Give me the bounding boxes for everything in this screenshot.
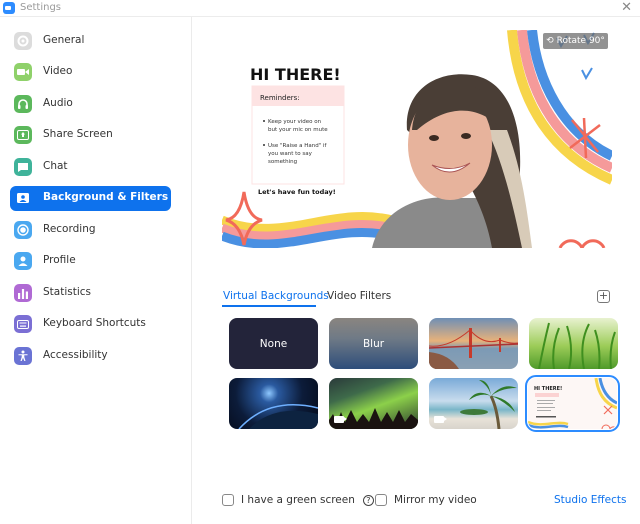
background-tile-grass[interactable] <box>529 318 618 369</box>
sidebar-item-keyboard-shortcuts[interactable]: Keyboard Shortcuts <box>10 312 171 337</box>
sidebar-item-label: Accessibility <box>43 349 108 361</box>
rotate-icon: ⟲ <box>546 36 554 46</box>
svg-text:HI THERE!: HI THERE! <box>534 386 562 392</box>
background-tile-golden-gate-bridge[interactable] <box>429 318 518 369</box>
sidebar-item-background-filters[interactable]: Background & Filters <box>10 186 171 211</box>
video-badge-icon <box>434 416 447 423</box>
sidebar-item-statistics[interactable]: Statistics <box>10 281 171 306</box>
tile-label: Blur <box>362 337 385 350</box>
add-background-button[interactable]: + <box>597 290 610 303</box>
sidebar-item-label: Recording <box>43 223 96 235</box>
keyboard-icon <box>14 315 32 333</box>
svg-text:Use "Raise a Hand" if: Use "Raise a Hand" if <box>268 143 328 149</box>
record-icon <box>14 221 32 239</box>
sidebar-item-label: Chat <box>43 160 68 172</box>
background-tile-hi-there-classroom[interactable]: HI THERE! <box>525 375 620 432</box>
preview-heading: HI THERE! <box>250 65 341 84</box>
help-icon[interactable]: ? <box>362 494 374 506</box>
rotate-label: Rotate 90° <box>556 36 605 46</box>
close-icon[interactable]: ✕ <box>621 0 632 16</box>
tile-label: None <box>259 337 288 350</box>
accessibility-icon <box>14 347 32 365</box>
sidebar-item-label: Share Screen <box>43 128 113 140</box>
statistics-icon <box>14 284 32 302</box>
profile-icon <box>14 252 32 270</box>
rotate-button[interactable]: ⟲ Rotate 90° <box>543 33 608 49</box>
tab-video-filters[interactable]: Video Filters <box>327 290 391 302</box>
sidebar-item-accessibility[interactable]: Accessibility <box>10 344 171 369</box>
sidebar-item-label: General <box>43 34 85 46</box>
sidebar-item-share-screen[interactable]: Share Screen <box>10 123 171 148</box>
sidebar-item-video[interactable]: Video <box>10 60 171 85</box>
active-tab-indicator <box>222 305 316 307</box>
sidebar-item-label: Profile <box>43 254 76 266</box>
svg-text:Keep your video on: Keep your video on <box>268 119 322 125</box>
zoom-logo-icon <box>3 2 15 14</box>
gear-icon <box>14 32 32 50</box>
sidebar: General Video Audio Share Screen Chat Ba… <box>0 17 192 524</box>
background-icon <box>14 189 32 207</box>
sidebar-item-label: Statistics <box>43 286 91 298</box>
share-screen-icon <box>14 126 32 144</box>
background-tile-blur[interactable]: Blur <box>329 318 418 369</box>
svg-text:but your mic on mute: but your mic on mute <box>268 127 328 133</box>
mirror-video-option: Mirror my video <box>375 494 477 506</box>
golden-gate-bridge-image <box>429 328 518 369</box>
green-screen-label: I have a green screen <box>241 494 355 506</box>
green-screen-checkbox[interactable] <box>222 494 234 506</box>
studio-effects-link[interactable]: Studio Effects <box>554 494 626 506</box>
tab-virtual-backgrounds[interactable]: Virtual Backgrounds <box>223 290 329 302</box>
window-title: Settings <box>20 2 62 13</box>
sidebar-item-label: Keyboard Shortcuts <box>43 317 146 329</box>
headphones-icon <box>14 95 32 113</box>
mirror-video-checkbox[interactable] <box>375 494 387 506</box>
background-tile-none[interactable]: None <box>229 318 318 369</box>
grass-image <box>538 322 616 369</box>
earth-image <box>238 404 318 429</box>
video-icon <box>14 63 32 81</box>
background-tile-earth-from-space[interactable] <box>229 378 318 429</box>
chat-icon <box>14 158 32 176</box>
sidebar-item-chat[interactable]: Chat <box>10 155 171 180</box>
background-tile-aurora[interactable] <box>329 378 418 429</box>
sidebar-item-recording[interactable]: Recording <box>10 218 171 243</box>
title-bar: Settings ✕ <box>0 0 640 17</box>
sidebar-item-label: Audio <box>43 97 73 109</box>
sidebar-item-general[interactable]: General <box>10 29 171 54</box>
sidebar-item-profile[interactable]: Profile <box>10 249 171 274</box>
svg-text:something: something <box>268 159 297 165</box>
background-preview-graphic: HI THERE! Reminders: Keep your video on … <box>222 30 612 248</box>
green-screen-option: I have a green screen ? <box>222 494 374 506</box>
svg-text:you want to say: you want to say <box>268 151 313 157</box>
background-tile-beach[interactable] <box>429 378 518 429</box>
video-badge-icon <box>334 416 347 423</box>
mirror-video-label: Mirror my video <box>394 494 477 506</box>
video-preview: HI THERE! Reminders: Keep your video on … <box>222 30 612 248</box>
sidebar-item-audio[interactable]: Audio <box>10 92 171 117</box>
sidebar-item-label: Background & Filters <box>43 191 169 203</box>
svg-text:Reminders:: Reminders: <box>260 94 300 102</box>
hi-there-thumbnail: HI THERE! <box>528 378 617 429</box>
sidebar-item-label: Video <box>43 65 73 77</box>
svg-text:Let's have fun today!: Let's have fun today! <box>258 188 336 196</box>
